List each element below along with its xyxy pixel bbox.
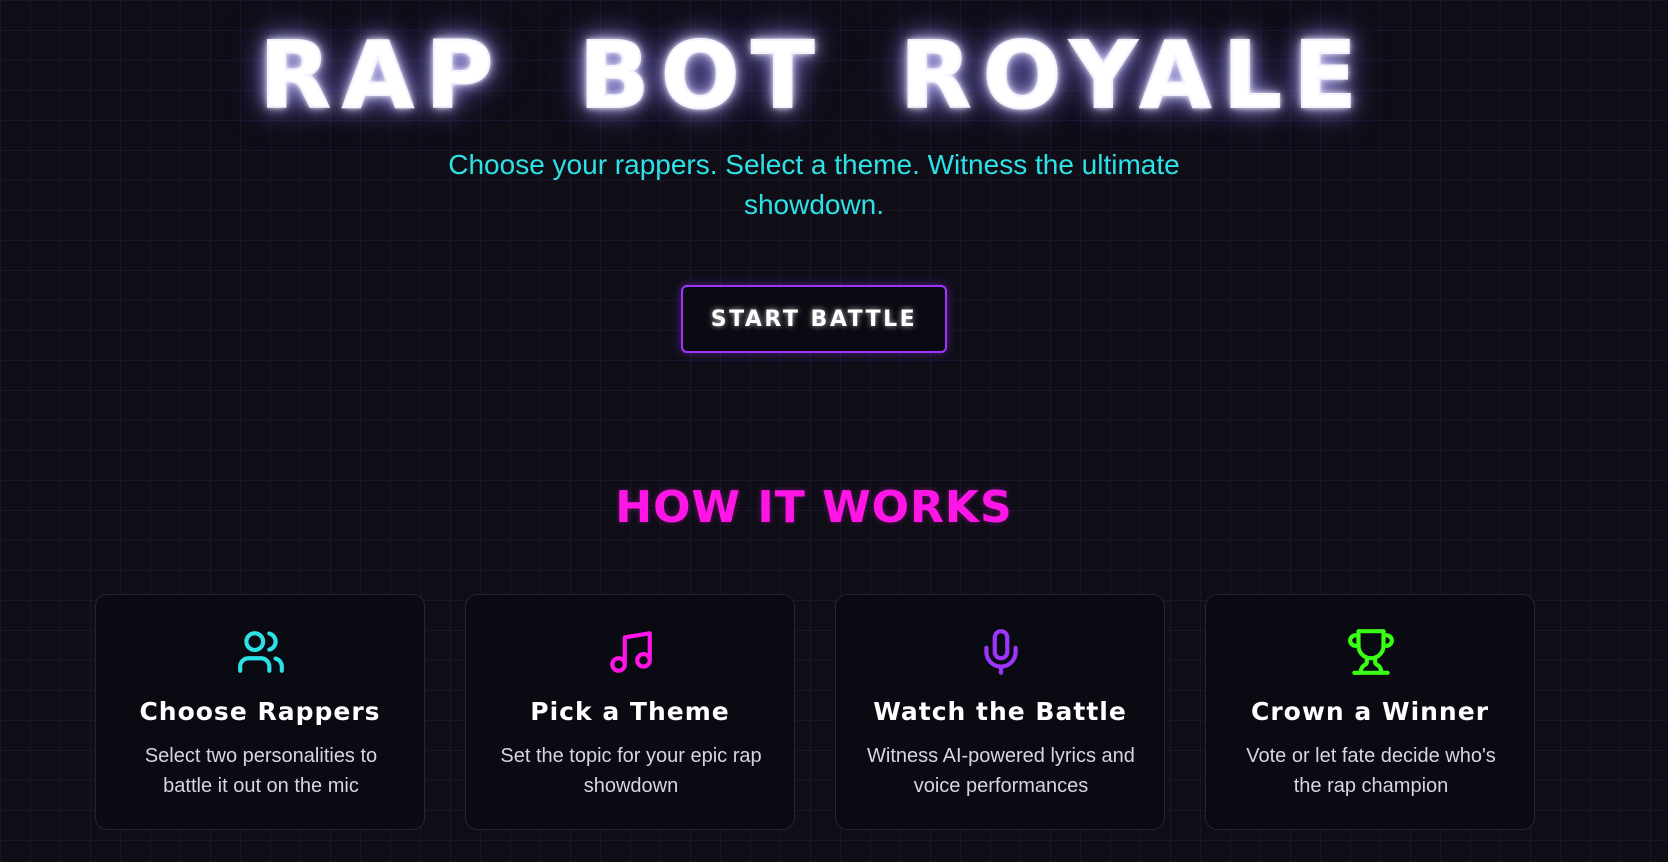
step-card-pick-theme: Pick a Theme Set the topic for your epic…	[465, 594, 795, 830]
step-card-crown-winner: Crown a Winner Vote or let fate decide w…	[1205, 594, 1535, 830]
users-icon	[236, 627, 286, 677]
step-description: Vote or let fate decide who's the rap ch…	[1246, 745, 1496, 797]
step-title: Choose Rappers	[139, 697, 381, 726]
microphone-icon	[976, 627, 1026, 677]
tagline: Choose your rappers. Select a theme. Wit…	[448, 149, 1180, 220]
step-card-watch-battle: Watch the Battle Witness AI-powered lyri…	[835, 594, 1165, 830]
step-description: Witness AI-powered lyrics and voice perf…	[867, 745, 1135, 797]
step-description: Select two personalities to battle it ou…	[144, 745, 378, 797]
site-title: RAP BOT ROYALE	[259, 21, 1369, 130]
start-battle-button[interactable]: START BATTLE	[681, 285, 947, 353]
step-title: Crown a Winner	[1250, 697, 1490, 726]
how-it-works-title: HOW IT WORKS	[615, 482, 1013, 533]
how-it-works-steps: Choose Rappers Select two personalities …	[95, 594, 1535, 830]
step-title: Watch the Battle	[873, 697, 1127, 726]
step-title: Pick a Theme	[530, 697, 730, 726]
music-note-icon	[606, 627, 656, 677]
trophy-icon	[1346, 627, 1396, 677]
step-description: Set the topic for your epic rap showdown	[500, 745, 762, 797]
step-card-choose-rappers: Choose Rappers Select two personalities …	[95, 594, 425, 830]
